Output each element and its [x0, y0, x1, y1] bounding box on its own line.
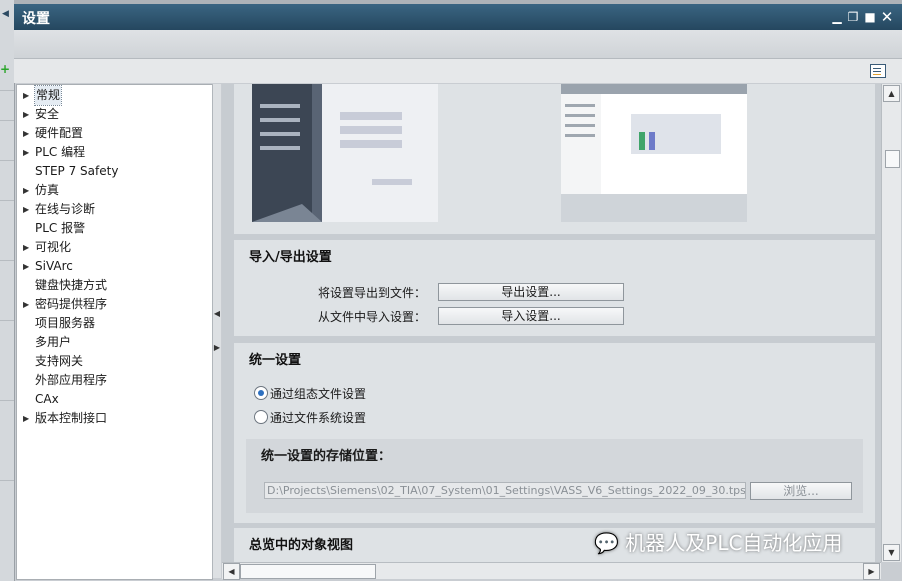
collapse-left-icon[interactable]: ◀	[213, 309, 221, 318]
storage-location-group: 统一设置的存储位置： D:\Projects\Siemens\02_TIA\07…	[246, 439, 863, 513]
wechat-icon: 💬	[594, 531, 619, 555]
nav-item-support-gateway[interactable]: 支持网关	[17, 352, 212, 371]
watermark: 💬 机器人及PLC自动化应用	[594, 527, 842, 556]
nav-item-keyboard-shortcuts[interactable]: 键盘快捷方式	[17, 276, 212, 295]
config-file-radio[interactable]	[254, 386, 268, 400]
nav-item-simulation[interactable]: ▶ 仿真	[17, 181, 212, 200]
expand-arrow-icon[interactable]: ▶	[23, 200, 29, 219]
overview-title: 总览中的对象视图	[249, 538, 354, 553]
export-label: 将设置导出到文件：	[317, 286, 426, 300]
expand-arrow-icon[interactable]: ▶	[23, 143, 29, 162]
import-label: 从文件中导入设置：	[317, 310, 426, 324]
nav-item-cax[interactable]: CAx	[17, 390, 212, 409]
minimize-icon[interactable]: ▁	[830, 10, 844, 24]
expand-arrow-icon[interactable]: ▶	[23, 181, 29, 200]
nav-item-plc-programming[interactable]: ▶ PLC 编程	[17, 143, 212, 162]
import-export-section: 导入/导出设置 将设置导出到文件： 导出设置... 从文件中导入设置： 导入设置…	[234, 240, 875, 336]
nav-item-password-provider[interactable]: ▶ 密码提供程序	[17, 295, 212, 314]
nav-item-version-control[interactable]: ▶ 版本控制接口	[17, 409, 212, 428]
project-view-thumbnail[interactable]	[561, 84, 747, 222]
pane-splitter[interactable]: ◀ ▶	[212, 84, 221, 578]
settings-view-icon[interactable]	[870, 64, 886, 78]
unified-settings-section: 统一设置 通过组态文件设置 通过文件系统设置 统一设置的存储位置： D:\Pro…	[234, 343, 875, 523]
storage-path-field[interactable]: D:\Projects\Siemens\02_TIA\07_System\01_…	[264, 482, 746, 499]
nav-item-step7-safety[interactable]: STEP 7 Safety	[17, 162, 212, 181]
toolbar-secondary	[14, 59, 902, 83]
close-icon[interactable]: ✕	[880, 10, 894, 25]
background-left-strip: ◀ +	[0, 0, 15, 581]
expand-arrow-icon[interactable]: ▶	[23, 105, 29, 124]
nav-item-general[interactable]: ▶ 常规	[17, 85, 212, 106]
settings-content: 导入/导出设置 将设置导出到文件： 导出设置... 从文件中导入设置： 导入设置…	[222, 84, 881, 562]
expand-arrow-icon[interactable]: ▶	[23, 86, 29, 105]
browse-button[interactable]: 浏览...	[750, 482, 852, 500]
portal-view-thumbnail[interactable]	[252, 84, 438, 222]
window-title: 设置	[22, 11, 50, 27]
nav-item-online-diagnostics[interactable]: ▶ 在线与诊断	[17, 200, 212, 219]
file-system-radio[interactable]	[254, 410, 268, 424]
horizontal-scrollbar[interactable]: ◀ ▶	[222, 562, 881, 580]
nav-item-project-server[interactable]: 项目服务器	[17, 314, 212, 333]
settings-navigation-tree: ▶ 常规 ▶ 安全 ▶ 硬件配置 ▶ PLC 编程 STEP 7 Safety ▶ 仿真 …	[16, 84, 213, 580]
toolbar	[14, 30, 902, 59]
maximize-icon[interactable]: ■	[863, 10, 877, 24]
float-window-icon[interactable]: ❐	[846, 10, 860, 24]
scroll-left-icon[interactable]: ◀	[223, 563, 240, 580]
scroll-right-icon[interactable]: ▶	[863, 563, 880, 580]
nav-item-plc-alarms[interactable]: PLC 报警	[17, 219, 212, 238]
export-settings-button[interactable]: 导出设置...	[438, 283, 624, 301]
vertical-scroll-thumb[interactable]	[885, 150, 900, 168]
storage-location-title: 统一设置的存储位置：	[261, 449, 392, 464]
nav-item-hardware-config[interactable]: ▶ 硬件配置	[17, 124, 212, 143]
collapse-arrow-icon[interactable]: ◀	[2, 9, 9, 19]
config-file-radio-label: 通过组态文件设置	[270, 387, 367, 401]
unified-settings-title: 统一设置	[249, 353, 302, 368]
file-system-radio-label: 通过文件系统设置	[270, 411, 367, 425]
add-icon[interactable]: +	[0, 62, 10, 76]
expand-right-icon[interactable]: ▶	[213, 343, 221, 352]
nav-item-external-apps[interactable]: 外部应用程序	[17, 371, 212, 390]
nav-item-multiuser[interactable]: 多用户	[17, 333, 212, 352]
nav-item-visualization[interactable]: ▶ 可视化	[17, 238, 212, 257]
expand-arrow-icon[interactable]: ▶	[23, 238, 29, 257]
expand-arrow-icon[interactable]: ▶	[23, 257, 29, 276]
watermark-text: 机器人及PLC自动化应用	[625, 531, 843, 555]
window-titlebar: 设置 ▁ ❐ ■ ✕	[14, 4, 902, 30]
vertical-scrollbar[interactable]: ▲ ▼	[881, 84, 901, 562]
horizontal-scroll-thumb[interactable]	[240, 564, 376, 579]
view-thumbnails-section	[234, 84, 875, 234]
expand-arrow-icon[interactable]: ▶	[23, 124, 29, 143]
scroll-down-icon[interactable]: ▼	[883, 544, 900, 561]
expand-arrow-icon[interactable]: ▶	[23, 295, 29, 314]
expand-arrow-icon[interactable]: ▶	[23, 409, 29, 428]
nav-item-sivarc[interactable]: ▶ SiVArc	[17, 257, 212, 276]
nav-item-security[interactable]: ▶ 安全	[17, 105, 212, 124]
scroll-up-icon[interactable]: ▲	[883, 85, 900, 102]
import-export-title: 导入/导出设置	[249, 250, 332, 265]
import-settings-button[interactable]: 导入设置...	[438, 307, 624, 325]
